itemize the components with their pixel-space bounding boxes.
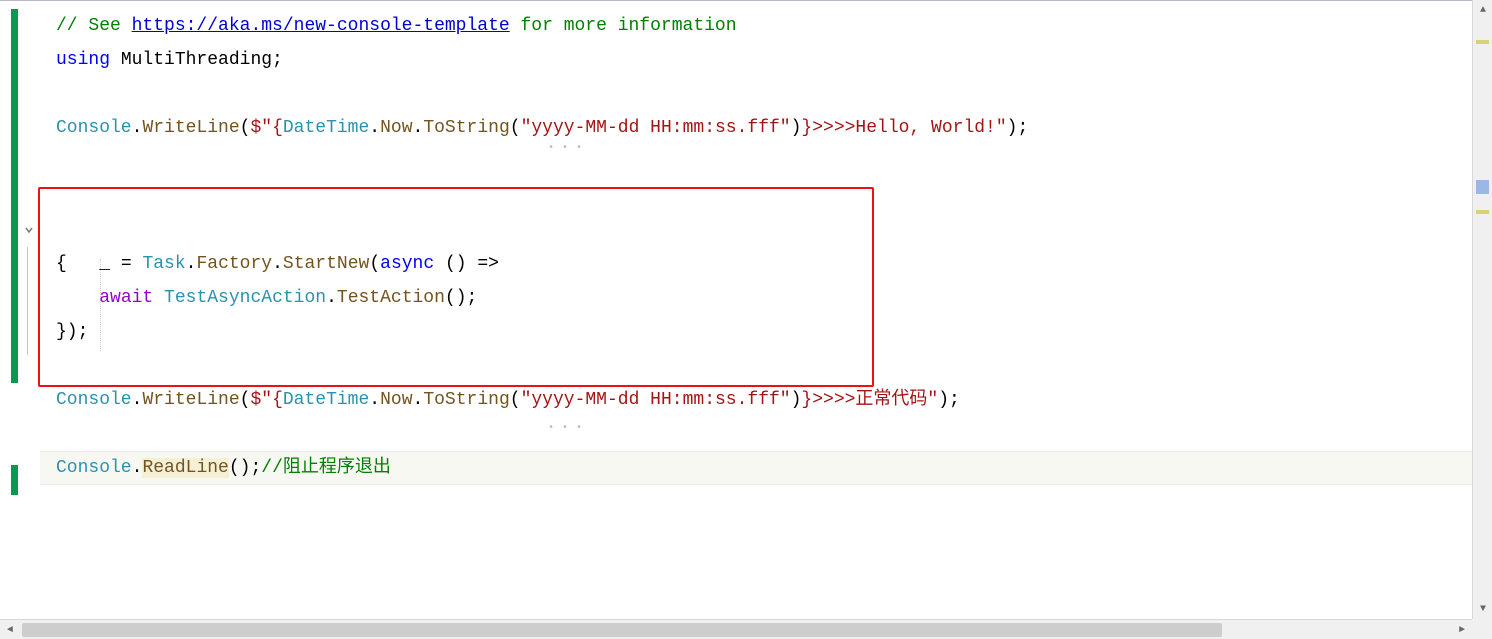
code-line[interactable]: [0, 417, 1492, 451]
scroll-right-arrow[interactable]: ►: [1452, 620, 1472, 639]
member-name: WriteLine: [142, 118, 239, 138]
code-line[interactable]: // See https://aka.ms/new-console-templa…: [0, 9, 1492, 43]
keyword: using: [56, 50, 110, 70]
vertical-scrollbar[interactable]: ▲ ▼: [1472, 0, 1492, 619]
code-line[interactable]: [0, 349, 1492, 383]
scrollbar-corner: [1472, 619, 1492, 639]
code-line[interactable]: _ = Task.Factory.StartNew(async () =>: [0, 213, 1492, 247]
scroll-marker: [1476, 210, 1489, 214]
code-line[interactable]: [0, 77, 1492, 111]
type-name: Console: [56, 118, 132, 138]
code-line[interactable]: using MultiThreading;: [0, 43, 1492, 77]
fold-toggle[interactable]: [20, 213, 38, 247]
comment-text: for more information: [510, 16, 737, 36]
code-line[interactable]: [0, 179, 1492, 213]
scroll-marker: [1476, 180, 1489, 194]
code-line[interactable]: Console.WriteLine($"{DateTime.Now.ToStri…: [0, 383, 1492, 417]
scroll-up-arrow[interactable]: ▲: [1473, 0, 1492, 20]
comment-link[interactable]: https://aka.ms/new-console-template: [132, 16, 510, 36]
horizontal-scrollbar[interactable]: ◄ ►: [0, 619, 1472, 639]
scroll-down-arrow[interactable]: ▼: [1473, 599, 1492, 619]
member-highlight: ReadLine: [142, 458, 228, 478]
code-line[interactable]: Console.WriteLine($"{DateTime.Now.ToStri…: [0, 111, 1492, 145]
code-line[interactable]: });: [0, 315, 1492, 349]
code-line[interactable]: await TestAsyncAction.TestAction();: [0, 281, 1492, 315]
code-text: MultiThreading;: [110, 50, 283, 70]
code-line-current[interactable]: Console.ReadLine();//阻止程序退出: [0, 451, 1492, 485]
scroll-marker: [1476, 40, 1489, 44]
comment-text: // See: [56, 16, 132, 36]
scroll-left-arrow[interactable]: ◄: [0, 620, 20, 639]
scroll-thumb[interactable]: [22, 623, 1222, 637]
code-editor[interactable]: // See https://aka.ms/new-console-templa…: [0, 0, 1492, 485]
code-line[interactable]: [0, 145, 1492, 179]
code-line[interactable]: {: [0, 247, 1492, 281]
keyword: await: [99, 288, 153, 308]
